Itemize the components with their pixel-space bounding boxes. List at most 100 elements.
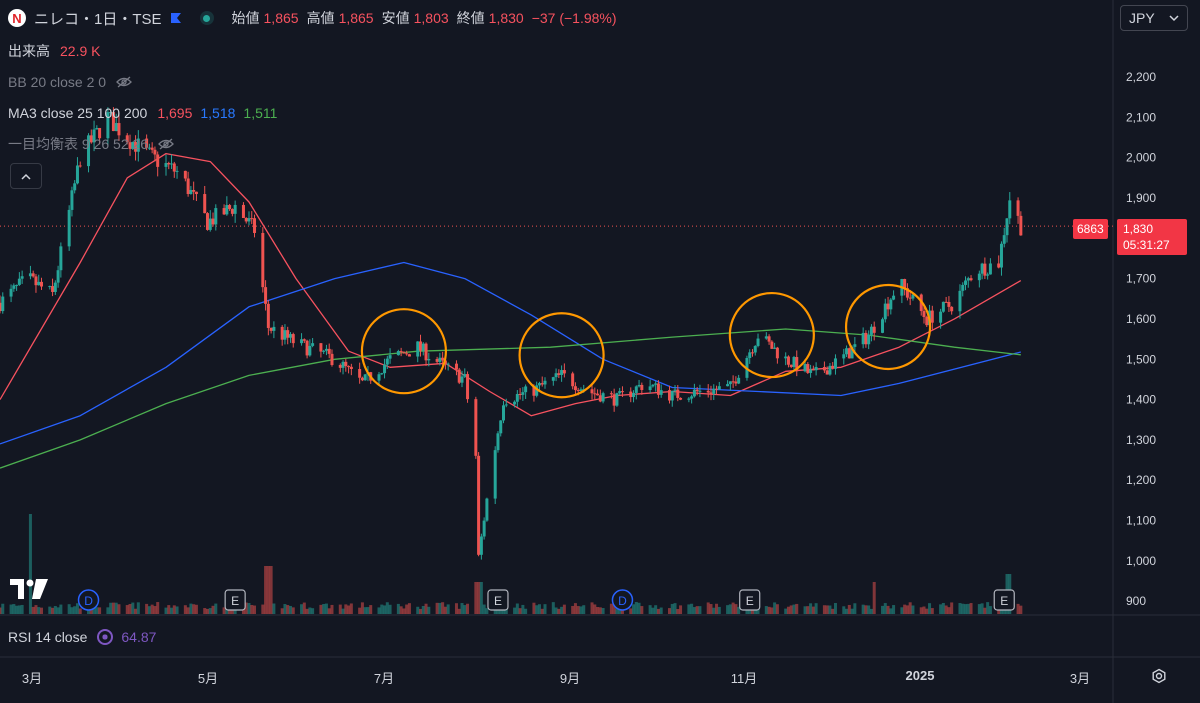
market-status-icon xyxy=(199,11,214,25)
volume-bar xyxy=(958,603,962,614)
y-tick-label: 1,600 xyxy=(1126,312,1156,326)
volume-bar xyxy=(582,605,586,614)
currency-selector[interactable]: JPY xyxy=(1120,5,1188,31)
candle-body xyxy=(690,396,694,399)
eye-hidden-icon[interactable] xyxy=(158,138,174,150)
volume-bar xyxy=(341,608,345,614)
volume-bar xyxy=(853,603,857,614)
candle-body xyxy=(341,361,345,368)
volume-bar xyxy=(203,608,207,614)
ma-label: MA3 close 25 100 200 xyxy=(8,105,148,121)
volume-bar xyxy=(886,605,890,614)
candle-body xyxy=(983,263,987,276)
volume-bar xyxy=(189,603,193,614)
volume-bar xyxy=(632,604,636,614)
volume-bar xyxy=(648,605,652,614)
flag-icon[interactable] xyxy=(170,12,182,24)
candle-body xyxy=(402,352,406,354)
volume-bar xyxy=(114,602,118,614)
candle-body xyxy=(806,364,810,373)
dividend-marker[interactable]: D xyxy=(611,589,634,611)
candle-body xyxy=(679,397,683,400)
chevron-down-icon xyxy=(1169,14,1179,21)
candle-body xyxy=(922,311,926,317)
volume-bar xyxy=(358,607,362,614)
volume-bar xyxy=(117,604,121,614)
volume-bar xyxy=(892,605,896,614)
chart-settings-button[interactable] xyxy=(1148,665,1170,687)
earnings-marker[interactable]: E xyxy=(487,589,509,611)
earnings-marker[interactable]: E xyxy=(993,589,1015,611)
volume-bar xyxy=(698,606,702,614)
candle-body xyxy=(593,393,597,395)
candle-body xyxy=(1016,200,1020,216)
volume-bar xyxy=(833,602,837,614)
ma-legend[interactable]: MA3 close 25 100 200 1,695 1,518 1,511 xyxy=(8,102,281,124)
candle-body xyxy=(986,274,990,276)
candle-body xyxy=(474,399,478,456)
volume-bar xyxy=(37,607,41,614)
volume-bar xyxy=(250,604,254,614)
candle-body xyxy=(156,154,160,167)
volume-bar xyxy=(911,605,915,614)
price-axis[interactable]: 900 1,000 1,100 1,200 1,300 1,400 1,500 1,600 1,… xyxy=(1126,70,1156,608)
open-value: 1,865 xyxy=(263,10,299,26)
volume-bar xyxy=(543,604,547,614)
candle-body xyxy=(618,391,622,394)
bb-legend[interactable]: BB 20 close 2 0 xyxy=(8,71,132,93)
volume-bar xyxy=(214,603,218,614)
volume-bar xyxy=(441,602,445,614)
high-value: 1,865 xyxy=(338,10,374,26)
symbol-title[interactable]: ニレコ・1日・TSE xyxy=(34,8,162,29)
eye-hidden-icon[interactable] xyxy=(116,76,132,88)
candle-body xyxy=(811,369,815,371)
volume-bar xyxy=(789,605,793,614)
volume-bar xyxy=(9,604,13,614)
candle-body xyxy=(756,338,760,346)
volume-bar xyxy=(266,566,270,614)
ma200-value: 1,511 xyxy=(243,105,278,121)
volume-bar xyxy=(360,602,364,614)
volume-bar xyxy=(889,608,893,614)
volume-bar xyxy=(579,606,583,614)
candle-body xyxy=(504,404,508,406)
candle-body xyxy=(1008,200,1012,219)
volume-bar xyxy=(515,603,519,614)
volume-bar xyxy=(947,607,951,614)
candle-body xyxy=(349,366,353,370)
volume-bar xyxy=(109,602,113,614)
candle-body xyxy=(338,364,342,368)
earnings-marker[interactable]: E xyxy=(224,589,246,611)
volume-bar xyxy=(939,604,943,614)
dividend-marker[interactable]: D xyxy=(77,589,100,611)
candle-body xyxy=(709,392,713,394)
tradingview-logo[interactable] xyxy=(8,575,52,603)
rsi-legend[interactable]: RSI 14 close 64.87 xyxy=(8,626,156,648)
volume-bar xyxy=(421,606,425,614)
candle-body xyxy=(886,303,890,310)
ichimoku-legend[interactable]: 一目均衡表 9 26 52 26 xyxy=(8,133,174,155)
candle-body xyxy=(407,354,411,357)
y-tick-label: 2,100 xyxy=(1126,110,1156,124)
volume-legend[interactable]: 出来高 22.9 K xyxy=(8,40,104,62)
candle-body xyxy=(845,348,849,355)
volume-bar xyxy=(634,602,638,614)
close-label: 終値 xyxy=(456,10,485,26)
volume-bar xyxy=(1016,603,1020,614)
volume-bar xyxy=(726,605,730,614)
volume-bar xyxy=(518,608,522,614)
volume-bar xyxy=(280,608,284,614)
volume-bar xyxy=(535,605,539,614)
candle-body xyxy=(347,366,351,368)
low-value: 1,803 xyxy=(413,10,449,26)
ma25-value: 1,695 xyxy=(157,105,193,121)
earnings-marker[interactable]: E xyxy=(739,589,761,611)
candle-body xyxy=(496,433,500,451)
volume-bar xyxy=(883,603,887,614)
volume-bar xyxy=(654,605,658,614)
candle-body xyxy=(640,384,644,390)
collapse-legend-button[interactable] xyxy=(10,163,42,189)
candle-body xyxy=(554,373,558,378)
volume-bar xyxy=(601,608,605,614)
last-price: 1,830 xyxy=(1123,222,1154,236)
